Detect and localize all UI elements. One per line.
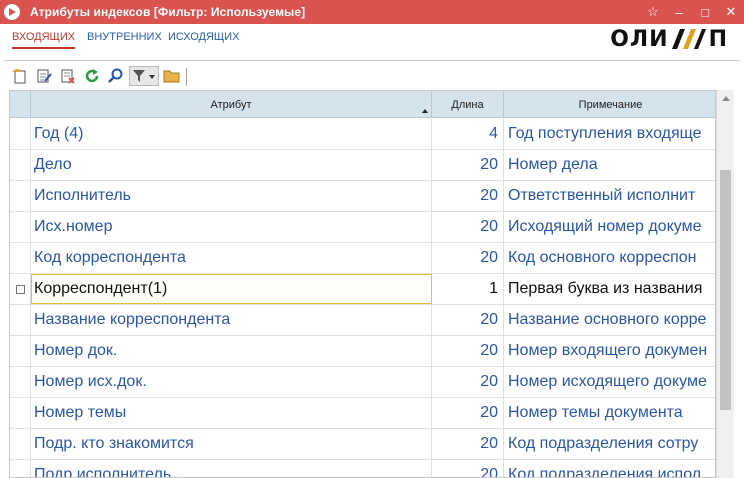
scroll-up-icon[interactable]	[722, 96, 730, 101]
row-selector[interactable]	[10, 398, 31, 428]
logo-text-left: ОЛИ	[610, 26, 669, 52]
row-selector[interactable]	[10, 274, 31, 304]
cell-note[interactable]: Исходящий номер докуме	[504, 212, 715, 242]
cell-note[interactable]: Год поступления входяще	[504, 119, 715, 149]
cell-attribute[interactable]: Год (4)	[31, 119, 432, 149]
table-row[interactable]: Исх.номер 20 Исходящий номер докуме	[10, 212, 715, 243]
header-selector	[10, 91, 31, 118]
cell-length[interactable]: 20	[432, 398, 504, 428]
cell-length[interactable]: 20	[432, 336, 504, 366]
favorite-star-icon[interactable]: ☆	[640, 0, 666, 24]
cell-note[interactable]: Номер темы документа	[504, 398, 715, 428]
tab-incoming[interactable]: ВХОДЯЩИХ	[12, 31, 76, 49]
table-row[interactable]: Номер темы 20 Номер темы документа	[10, 398, 715, 429]
row-selector[interactable]	[10, 429, 31, 459]
cell-attribute[interactable]: Номер док.	[31, 336, 432, 366]
cell-attribute[interactable]: Исполнитель	[31, 181, 432, 211]
maximize-button[interactable]: □	[692, 0, 718, 24]
row-selector[interactable]	[10, 119, 31, 149]
cell-attribute[interactable]: Дело	[31, 150, 432, 180]
delete-record-icon[interactable]	[59, 67, 77, 85]
scrollbar-thumb[interactable]	[720, 170, 731, 410]
row-selector[interactable]	[10, 243, 31, 273]
cell-length[interactable]: 20	[432, 367, 504, 397]
cell-length[interactable]: 1	[432, 274, 504, 304]
cell-attribute[interactable]: Название корреспондента	[31, 305, 432, 335]
row-checkbox[interactable]	[15, 284, 25, 294]
header-length[interactable]: Длина	[432, 91, 504, 118]
folder-icon[interactable]	[163, 67, 181, 85]
cell-attribute[interactable]: Номер исх.док.	[31, 367, 432, 397]
title-bar: Атрибуты индексов [Фильтр: Используемые]…	[0, 0, 744, 24]
cell-note[interactable]: Первая буква из названия	[504, 274, 715, 304]
search-icon[interactable]	[107, 67, 125, 85]
cell-note[interactable]: Номер дела	[504, 150, 715, 180]
row-selector[interactable]	[10, 460, 31, 477]
table-row[interactable]: Дело 20 Номер дела	[10, 150, 715, 181]
header-attribute[interactable]: Атрибут	[31, 91, 432, 118]
table-row[interactable]: Номер исх.док. 20 Номер исходящего докум…	[10, 367, 715, 398]
cell-length[interactable]: 20	[432, 243, 504, 273]
cell-note[interactable]: Код основного корреспон	[504, 243, 715, 273]
cell-note[interactable]: Ответственный исполнит	[504, 181, 715, 211]
row-selector[interactable]	[10, 336, 31, 366]
cell-note[interactable]: Номер входящего докумен	[504, 336, 715, 366]
cell-length[interactable]: 20	[432, 305, 504, 335]
app-icon[interactable]	[4, 4, 20, 20]
cell-attribute[interactable]: Исх.номер	[31, 212, 432, 242]
cell-note[interactable]: Код подразделения сотру	[504, 429, 715, 459]
logo-m-icon	[671, 29, 706, 49]
table-row[interactable]: Подр.исполнитель 20 Код подразделения ис…	[10, 460, 715, 477]
row-selector[interactable]	[10, 212, 31, 242]
table-row[interactable]: Номер док. 20 Номер входящего докумен	[10, 336, 715, 367]
cell-length[interactable]: 20	[432, 181, 504, 211]
header-note[interactable]: Примечание	[504, 91, 715, 118]
attributes-table: Атрибут Длина Примечание Год (4) 4 Год п…	[9, 90, 716, 478]
cell-length[interactable]: 20	[432, 150, 504, 180]
table-header: Атрибут Длина Примечание	[10, 91, 715, 118]
cell-length[interactable]: 20	[432, 460, 504, 477]
cell-note[interactable]: Название основного корре	[504, 305, 715, 335]
cell-length[interactable]: 4	[432, 119, 504, 149]
cell-note[interactable]: Код подразделения испол	[504, 460, 715, 477]
row-selector[interactable]	[10, 150, 31, 180]
sort-ascending-icon	[422, 109, 428, 113]
cell-length[interactable]: 20	[432, 429, 504, 459]
minimize-button[interactable]: –	[666, 0, 692, 24]
cell-length[interactable]: 20	[432, 212, 504, 242]
tab-outgoing[interactable]: ИСХОДЯЩИХ	[168, 31, 239, 43]
toolbar	[0, 64, 744, 88]
olimp-logo: ОЛИ П	[610, 26, 728, 52]
filter-dropdown-icon[interactable]	[129, 66, 159, 86]
cell-note[interactable]: Номер исходящего докуме	[504, 367, 715, 397]
cell-attribute[interactable]: Подр.исполнитель	[31, 460, 432, 477]
tab-bar: ВХОДЯЩИХ ВНУТРЕННИХ ИСХОДЯЩИХ ОЛИ П	[0, 24, 744, 54]
table-row[interactable]: Исполнитель 20 Ответственный исполнит	[10, 181, 715, 212]
row-selector[interactable]	[10, 305, 31, 335]
table-row[interactable]: Год (4) 4 Год поступления входяще	[10, 119, 715, 150]
toolbar-separator	[186, 68, 187, 86]
cell-attribute[interactable]: Корреспондент(1)	[31, 274, 432, 304]
cell-attribute[interactable]: Код корреспондента	[31, 243, 432, 273]
refresh-icon[interactable]	[83, 67, 101, 85]
tab-internal[interactable]: ВНУТРЕННИХ	[87, 31, 162, 43]
divider	[4, 60, 740, 61]
new-record-icon[interactable]	[11, 67, 29, 85]
window-title: Атрибуты индексов [Фильтр: Используемые]	[30, 5, 306, 19]
logo-text-right: П	[708, 26, 728, 52]
row-selector[interactable]	[10, 367, 31, 397]
row-selector[interactable]	[10, 181, 31, 211]
table-row[interactable]: Код корреспондента 20 Код основного корр…	[10, 243, 715, 274]
cell-attribute[interactable]: Подр. кто знакомится	[31, 429, 432, 459]
vertical-scrollbar[interactable]	[716, 90, 734, 478]
table-row[interactable]: Подр. кто знакомится 20 Код подразделени…	[10, 429, 715, 460]
edit-record-icon[interactable]	[35, 67, 53, 85]
table-row[interactable]: Название корреспондента 20 Название осно…	[10, 305, 715, 336]
close-button[interactable]: ✕	[718, 0, 744, 24]
table-row-current[interactable]: Корреспондент(1) 1 Первая буква из назва…	[10, 274, 715, 305]
cell-attribute[interactable]: Номер темы	[31, 398, 432, 428]
header-attribute-label: Атрибут	[210, 98, 252, 111]
